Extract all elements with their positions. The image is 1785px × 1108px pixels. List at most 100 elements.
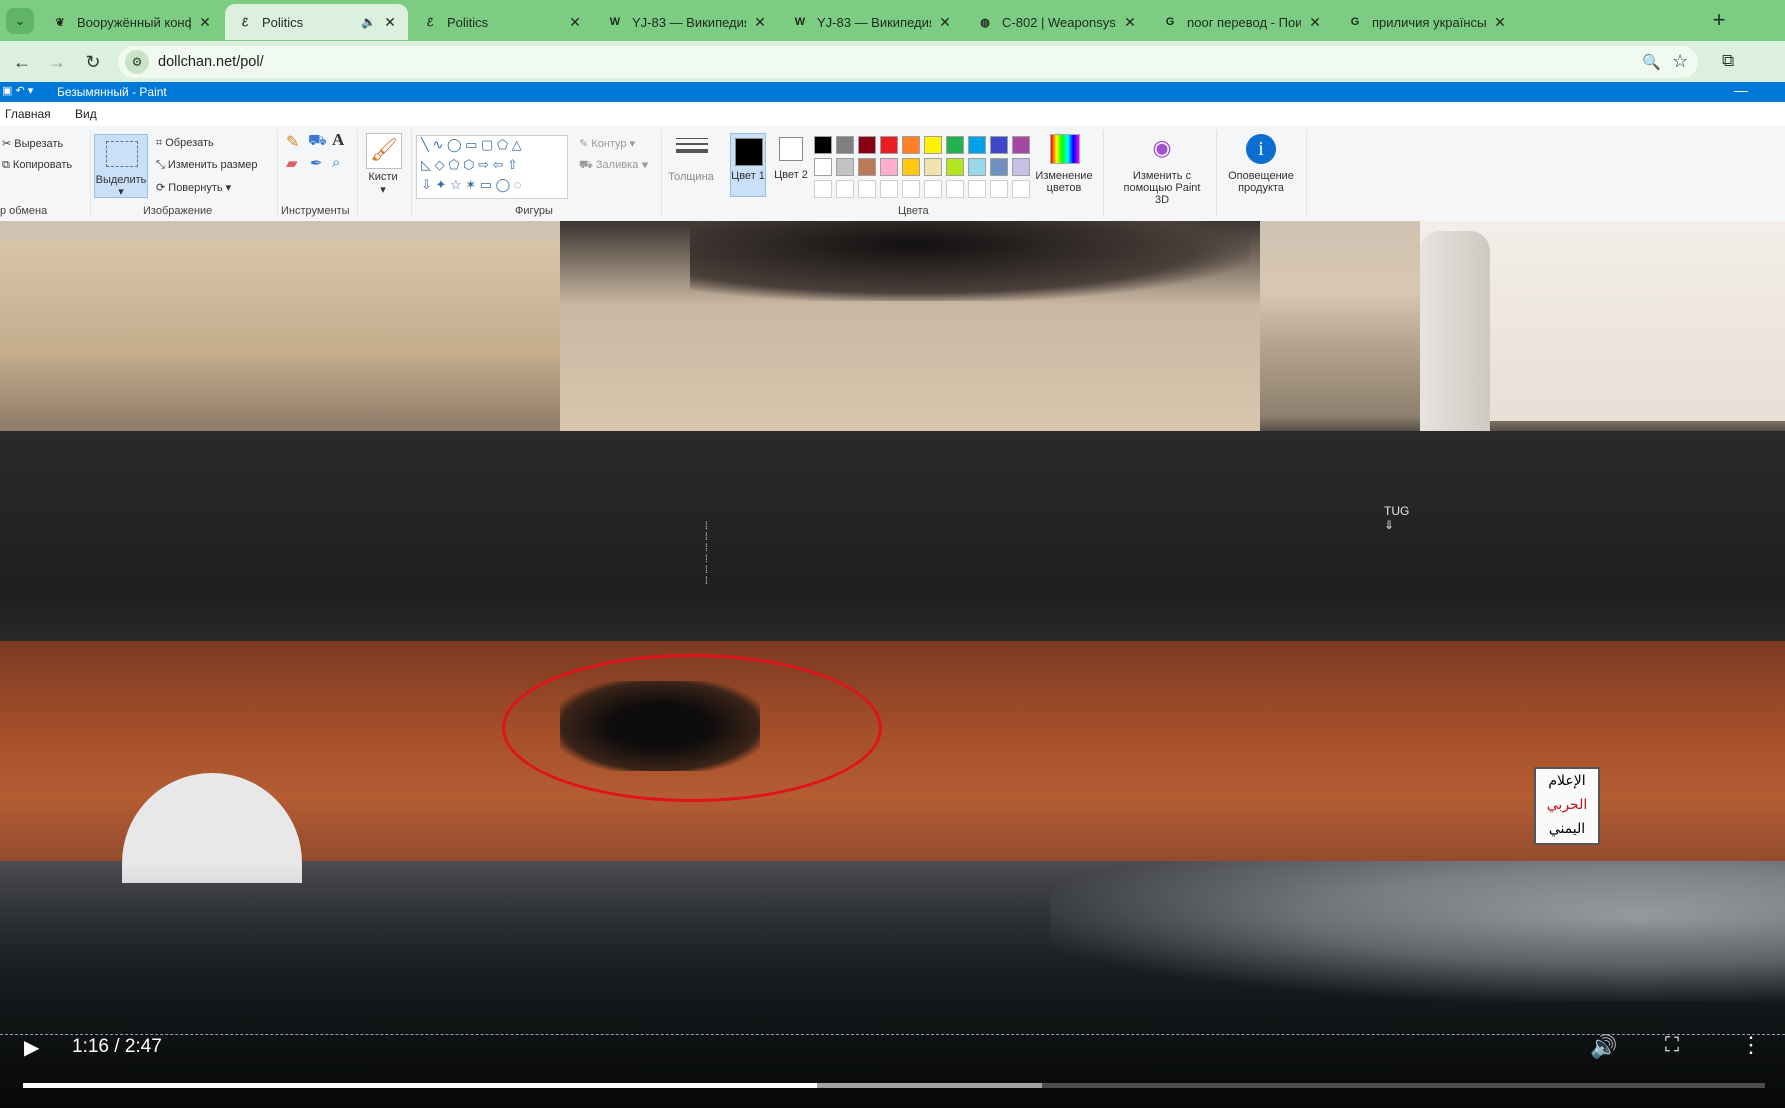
divider: [411, 130, 412, 216]
palette-swatch[interactable]: [902, 158, 920, 176]
site-info-icon[interactable]: ⚙: [125, 50, 149, 74]
palette-swatch[interactable]: [880, 158, 898, 176]
palette-swatch[interactable]: [858, 158, 876, 176]
text-tool-icon[interactable]: A: [332, 130, 344, 150]
color2-button[interactable]: Цвет 2: [774, 137, 808, 201]
browser-tab[interactable]: W YJ-83 — Википедия ✕: [595, 4, 778, 40]
browser-tab[interactable]: Gприличия українською ✕: [1335, 4, 1518, 40]
back-button[interactable]: ←: [9, 49, 35, 75]
line-shape-icon[interactable]: ╲ ∿ ◯ ▭ ▢ ⬠ △: [421, 137, 522, 153]
polygon-shape-icon[interactable]: ◺ ◇ ⬠ ⬡ ⇨ ⇦ ⇧: [421, 157, 518, 173]
paint3d-button[interactable]: Изменить с помощью Paint 3D: [1117, 170, 1207, 206]
palette-swatch[interactable]: [902, 136, 920, 154]
address-bar[interactable]: ⚙ dollchan.net/pol/ 🔍 ☆: [118, 46, 1698, 78]
palette-swatch[interactable]: [858, 136, 876, 154]
palette-swatch[interactable]: [814, 180, 832, 198]
edit-colors-button[interactable]: Изменение цветов: [1030, 170, 1098, 194]
tab-close-icon[interactable]: ✕: [1492, 14, 1508, 31]
browser-tab[interactable]: ℰ Politics ✕: [410, 4, 593, 40]
palette-swatch[interactable]: [968, 158, 986, 176]
quick-access-icons[interactable]: ▣ ↶ ▾: [2, 84, 33, 97]
palette-swatch[interactable]: [1012, 158, 1030, 176]
palette-swatch[interactable]: [946, 158, 964, 176]
play-icon[interactable]: ▶: [24, 1035, 46, 1059]
palette-swatch[interactable]: [836, 136, 854, 154]
pencil-icon[interactable]: ✎: [286, 132, 299, 152]
product-alert-button[interactable]: Оповещение продукта: [1222, 170, 1300, 194]
resize-button[interactable]: ⤡ Изменить размер: [156, 159, 258, 172]
palette-swatch[interactable]: [836, 158, 854, 176]
video-player[interactable]: ⁞ ⁞ ⁞ ⁞ ⁞ ⁞ TUG ⇓ الإعلام الحربي اليمني: [0, 221, 1785, 1108]
forward-button[interactable]: →: [44, 49, 70, 75]
g-favicon-icon: G: [1165, 16, 1175, 28]
more-options-icon[interactable]: ⋮: [1740, 1032, 1762, 1058]
fill-bucket-icon[interactable]: ⛟: [308, 132, 327, 151]
tab-close-icon[interactable]: ✕: [752, 14, 768, 31]
palette-swatch[interactable]: [814, 136, 832, 154]
browser-tab[interactable]: ❦ Вооружённый конфликт ✕: [40, 4, 223, 40]
tab-audio-icon[interactable]: 🔉: [361, 15, 376, 29]
star-shape-icon[interactable]: ⇩ ✦ ☆ ✶ ▭ ◯ ◌: [421, 177, 522, 193]
browser-tab[interactable]: W YJ-83 — Википедия ✕: [780, 4, 963, 40]
tab-search-button[interactable]: ⌄: [6, 8, 34, 34]
palette-swatch[interactable]: [990, 158, 1008, 176]
channel-logo: الإعلام الحربي اليمني: [1534, 767, 1600, 845]
ship-hull-upper: [0, 431, 1785, 641]
palette-swatch[interactable]: [946, 180, 964, 198]
palette-swatch[interactable]: [814, 158, 832, 176]
browser-tab[interactable]: ◍ C-802 | Weaponsystems.n ✕: [965, 4, 1148, 40]
fullscreen-icon[interactable]: ⛶: [1665, 1034, 1679, 1057]
copy-button[interactable]: ⧉ Копировать: [2, 159, 72, 172]
browser-tab[interactable]: ℰ Politics 🔉 ✕: [225, 4, 408, 40]
brushes-button[interactable]: Кисти: [362, 171, 404, 183]
cut-button[interactable]: ✂ Вырезать: [2, 137, 63, 150]
zoom-icon[interactable]: 🔍: [1642, 53, 1661, 71]
tab-close-icon[interactable]: ✕: [1307, 14, 1323, 31]
palette-swatch[interactable]: [858, 180, 876, 198]
minimize-button[interactable]: —: [1734, 82, 1748, 98]
palette-swatch[interactable]: [968, 180, 986, 198]
new-tab-button[interactable]: +: [1705, 6, 1733, 34]
palette-swatch[interactable]: [924, 136, 942, 154]
shapes-gallery[interactable]: ╲ ∿ ◯ ▭ ▢ ⬠ △ ◺ ◇ ⬠ ⬡ ⇨ ⇦ ⇧ ⇩ ✦ ☆ ✶ ▭ ◯ …: [416, 135, 568, 199]
tab-close-icon[interactable]: ✕: [567, 14, 583, 31]
browser-tab[interactable]: Gnooг перевод - Поиск в ✕: [1150, 4, 1333, 40]
palette-swatch[interactable]: [880, 180, 898, 198]
magnifier-icon[interactable]: ⌕: [332, 154, 340, 171]
tab-close-icon[interactable]: ✕: [382, 14, 398, 31]
tab-title: Вооружённый конфликт: [77, 14, 191, 30]
fill-button[interactable]: ⛟ Заливка ▾: [579, 159, 649, 173]
palette-swatch[interactable]: [836, 180, 854, 198]
rotate-label: Повернуть: [168, 182, 223, 194]
reload-button[interactable]: ↻: [80, 49, 106, 75]
tab-close-icon[interactable]: ✕: [937, 14, 953, 31]
palette-swatch[interactable]: [990, 136, 1008, 154]
palette-swatch[interactable]: [1012, 136, 1030, 154]
rotate-button[interactable]: ⟳ Повернуть ▾: [156, 181, 231, 194]
palette-swatch[interactable]: [902, 180, 920, 198]
palette-swatch[interactable]: [1012, 180, 1030, 198]
bookmark-star-icon[interactable]: ☆: [1672, 51, 1688, 72]
color1-button[interactable]: Цвет 1: [730, 133, 766, 197]
tab-home[interactable]: Главная: [5, 107, 51, 121]
palette-swatch[interactable]: [990, 180, 1008, 198]
eraser-icon[interactable]: ▰: [286, 154, 298, 172]
tab-close-icon[interactable]: ✕: [197, 14, 213, 31]
palette-swatch[interactable]: [924, 180, 942, 198]
url-text[interactable]: dollchan.net/pol/: [158, 54, 264, 70]
outline-button[interactable]: ✎ Контур ▾: [579, 137, 635, 150]
palette-swatch[interactable]: [924, 158, 942, 176]
select-button[interactable]: Выделить ▾: [94, 134, 148, 198]
progress-bar[interactable]: [23, 1083, 1765, 1088]
thickness-button[interactable]: Толщина: [663, 171, 719, 183]
palette-swatch[interactable]: [968, 136, 986, 154]
tab-close-icon[interactable]: ✕: [1122, 14, 1138, 31]
palette-swatch[interactable]: [880, 136, 898, 154]
extensions-icon[interactable]: ⧉: [1722, 51, 1734, 71]
brush-icon[interactable]: 🖌: [366, 133, 402, 169]
palette-swatch[interactable]: [946, 136, 964, 154]
tab-view[interactable]: Вид: [75, 107, 97, 121]
volume-icon[interactable]: 🔊: [1590, 1034, 1617, 1060]
color-picker-icon[interactable]: ✒: [310, 154, 323, 172]
crop-button[interactable]: ⌗ Обрезать: [156, 137, 214, 150]
